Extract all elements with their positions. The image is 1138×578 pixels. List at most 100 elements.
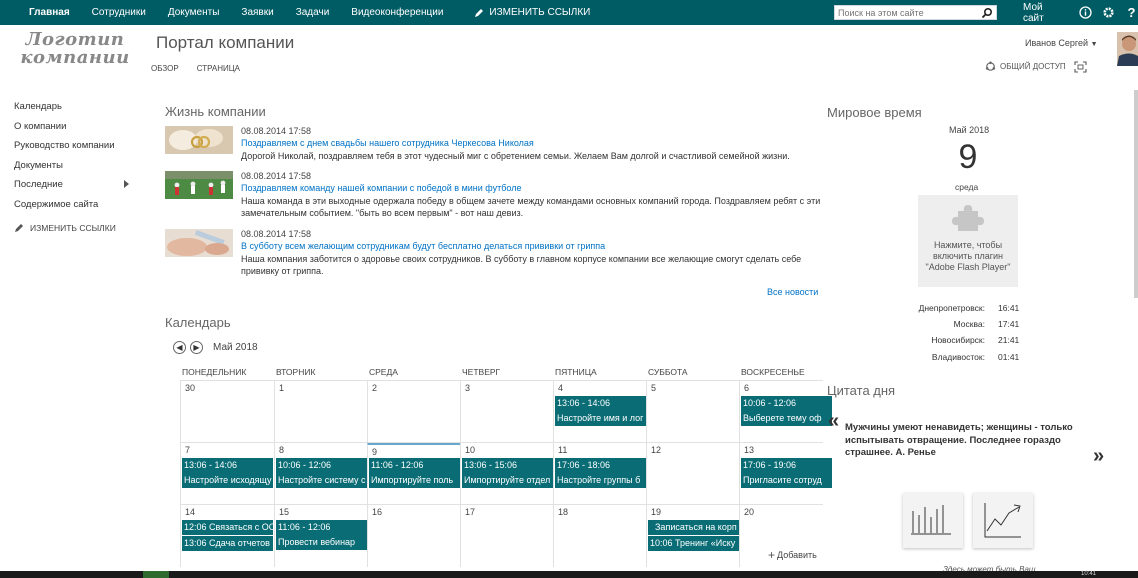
- calendar-day-header: СРЕДА: [369, 367, 398, 377]
- avatar[interactable]: [1117, 32, 1138, 66]
- nav-home[interactable]: Главная: [0, 7, 81, 18]
- calendar-day-number[interactable]: 5: [651, 383, 656, 393]
- left-edit-links-button[interactable]: ИЗМЕНИТЬ ССЫЛКИ: [14, 223, 132, 233]
- taskbar-app[interactable]: [143, 571, 169, 578]
- calendar-day-number[interactable]: 16: [372, 507, 382, 517]
- quote-heading[interactable]: Цитата дня: [827, 383, 895, 398]
- expand-arrow-icon[interactable]: [124, 180, 129, 188]
- calendar-day-number[interactable]: 19: [651, 507, 661, 517]
- calendar-event[interactable]: 10:06 - 12:06 Настройте систему с: [276, 458, 367, 488]
- calendar-day-number[interactable]: 18: [558, 507, 568, 517]
- news-thumbnail[interactable]: [165, 171, 233, 199]
- calendar-day-number[interactable]: 8: [279, 445, 284, 455]
- nav-videoconferences[interactable]: Видеоконференции: [340, 7, 454, 18]
- my-site-link[interactable]: Мой сайт: [1023, 2, 1063, 24]
- add-event-button[interactable]: + Добавить: [768, 548, 817, 562]
- calendar-day-number[interactable]: 6: [744, 383, 749, 393]
- news-title-link[interactable]: Поздравляем команду нашей компании с поб…: [241, 183, 521, 193]
- left-nav-management[interactable]: Руководство компании: [14, 139, 132, 159]
- calendar-day-number[interactable]: 2: [372, 383, 377, 393]
- news-title-link[interactable]: В субботу всем желающим сотрудникам буду…: [241, 241, 605, 251]
- calendar-day-number[interactable]: 15: [279, 507, 289, 517]
- left-nav-about[interactable]: О компании: [14, 120, 132, 140]
- calendar-event[interactable]: 12:06 Связаться с ОО: [182, 520, 273, 535]
- calendar-day-number[interactable]: 7: [185, 445, 190, 455]
- calendar-event[interactable]: 13:06 - 15:06 Импортируйте отдел: [462, 458, 553, 488]
- calendar-event[interactable]: 13:06 - 14:06 Настройте имя и лог: [555, 396, 646, 426]
- world-time-day: 9: [958, 138, 978, 176]
- nav-employees[interactable]: Сотрудники: [81, 7, 157, 18]
- share-button[interactable]: ОБЩИЙ ДОСТУП: [985, 61, 1066, 72]
- all-news-link[interactable]: Все новости: [767, 287, 818, 297]
- calendar-event[interactable]: Записаться на корп: [648, 520, 739, 535]
- calendar-day-cell[interactable]: 5: [646, 381, 739, 443]
- calendar-day-cell[interactable]: 16: [367, 505, 460, 567]
- search-input[interactable]: [835, 6, 975, 19]
- user-menu[interactable]: Иванов Сергей ▼: [1025, 38, 1098, 48]
- line-chart-card[interactable]: [973, 493, 1033, 548]
- calendar-day-number[interactable]: 17: [465, 507, 475, 517]
- calendar-day-number[interactable]: 14: [185, 507, 195, 517]
- calendar-event-title: Настройте исходящу: [184, 475, 272, 485]
- flash-plugin-placeholder[interactable]: Нажмите, чтобы включить плагин "Adobe Fl…: [918, 195, 1018, 287]
- calendar-event[interactable]: 17:06 - 18:06 Настройте группы б: [555, 458, 646, 488]
- calendar-day-cell[interactable]: 12: [646, 443, 739, 505]
- nav-documents[interactable]: Документы: [157, 7, 231, 18]
- tab-overview[interactable]: ОБЗОР: [151, 64, 179, 73]
- calendar-day-cell[interactable]: 18: [553, 505, 646, 567]
- company-logo[interactable]: Логотип компании: [16, 31, 134, 67]
- city-name: Владивосток:: [931, 351, 985, 362]
- calendar-day-number[interactable]: 30: [185, 383, 195, 393]
- calendar-heading[interactable]: Календарь: [165, 315, 231, 330]
- calendar-event[interactable]: 17:06 - 19:06 Пригласите сотруд: [741, 458, 832, 488]
- calendar-day-header: ПОНЕДЕЛЬНИК: [182, 367, 247, 377]
- gear-icon[interactable]: [1102, 6, 1115, 20]
- left-nav-documents[interactable]: Документы: [14, 159, 132, 179]
- left-nav-site-contents[interactable]: Содержимое сайта: [14, 198, 132, 218]
- nav-tasks[interactable]: Задачи: [285, 7, 341, 18]
- calendar-day-number[interactable]: 10: [465, 445, 475, 455]
- help-icon[interactable]: ?: [1125, 5, 1138, 20]
- world-time-heading[interactable]: Мировое время: [827, 105, 922, 120]
- calendar-day-header: ВТОРНИК: [276, 367, 316, 377]
- news-thumbnail[interactable]: [165, 126, 233, 154]
- news-title-link[interactable]: Поздравляем с днем свадьбы нашего сотруд…: [241, 138, 534, 148]
- edit-links-button[interactable]: ИЗМЕНИТЬ ССЫЛКИ: [454, 7, 601, 18]
- info-icon[interactable]: [1079, 6, 1092, 20]
- calendar-day-cell[interactable]: 3: [460, 381, 553, 443]
- calendar-day-number[interactable]: 13: [744, 445, 754, 455]
- calendar-day-cell[interactable]: 1: [274, 381, 367, 443]
- calendar-event[interactable]: 13:06 Сдача отчетов: [182, 536, 273, 551]
- calendar-event[interactable]: 11:06 - 12:06 Провести вебинар: [276, 520, 367, 550]
- calendar-event-time: 17:06 - 19:06: [743, 460, 797, 470]
- focus-mode-icon[interactable]: [1074, 61, 1087, 73]
- next-month-button[interactable]: ▶: [190, 341, 203, 354]
- calendar-event[interactable]: 11:06 - 12:06 Импортируйте поль: [369, 458, 460, 488]
- left-nav-calendar[interactable]: Календарь: [14, 100, 132, 120]
- calendar-day-cell[interactable]: 17: [460, 505, 553, 567]
- site-title[interactable]: Портал компании: [156, 33, 294, 53]
- left-nav-recent[interactable]: Последние: [14, 178, 132, 198]
- calendar-event[interactable]: 10:06 Тренинг «Иску: [648, 536, 739, 551]
- calendar-event-title: Импортируйте поль: [371, 475, 454, 485]
- calendar-day-number[interactable]: 11: [558, 445, 567, 455]
- calendar-day-number[interactable]: 12: [651, 445, 661, 455]
- calendar-day-cell[interactable]: 30: [180, 381, 273, 443]
- tab-page[interactable]: СТРАНИЦА: [197, 64, 240, 73]
- prev-month-button[interactable]: ◀: [173, 341, 186, 354]
- calendar-day-number[interactable]: 3: [465, 383, 470, 393]
- calendar-day-cell[interactable]: 2: [367, 381, 460, 443]
- calendar-event[interactable]: 13:06 - 14:06 Настройте исходящу: [182, 458, 273, 488]
- calendar-event-time: 13:06 - 14:06: [557, 398, 611, 408]
- news-heading[interactable]: Жизнь компании: [165, 104, 266, 119]
- page-scrollbar[interactable]: [1134, 90, 1138, 298]
- news-thumbnail[interactable]: [165, 229, 233, 257]
- calendar-event[interactable]: 10:06 - 12:06 Выберете тему оф: [741, 396, 832, 426]
- bar-chart-card[interactable]: [903, 493, 963, 548]
- nav-requests[interactable]: Заявки: [230, 7, 284, 18]
- calendar-day-number[interactable]: 1: [279, 383, 284, 393]
- search-icon[interactable]: [981, 7, 993, 19]
- calendar-day-number[interactable]: 4: [558, 383, 563, 393]
- calendar-day-number[interactable]: 9: [372, 447, 377, 457]
- calendar-day-number[interactable]: 20: [744, 507, 754, 517]
